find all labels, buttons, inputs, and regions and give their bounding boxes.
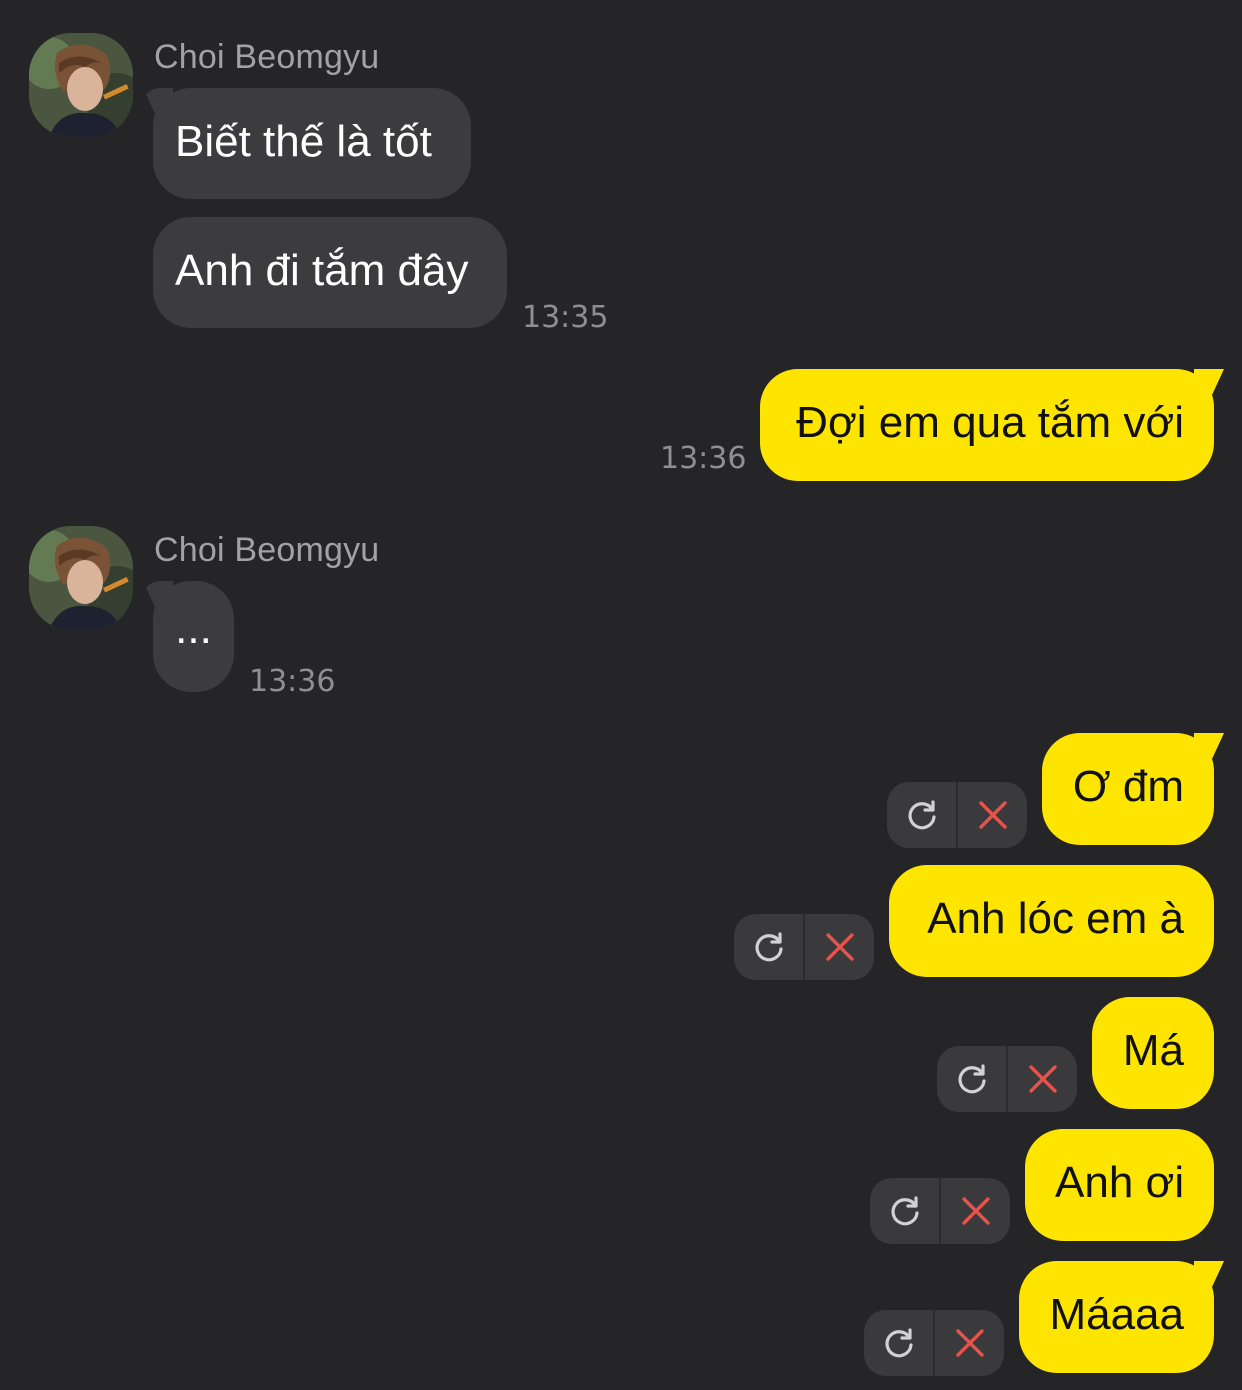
retry-button[interactable]	[864, 1310, 935, 1376]
message-text: Đợi em qua tắm với	[796, 398, 1184, 447]
delete-button[interactable]	[1008, 1046, 1077, 1112]
incoming-message-bubble[interactable]: ...	[143, 581, 234, 692]
refresh-icon	[907, 800, 936, 830]
message-text: Anh ơi	[1055, 1158, 1185, 1207]
message-text: Máaaa	[1049, 1290, 1184, 1339]
failed-message-actions	[734, 914, 874, 980]
close-icon	[961, 1197, 990, 1225]
message-timestamp: 13:35	[522, 300, 609, 335]
message-timestamp: 13:36	[249, 664, 336, 699]
retry-button[interactable]	[734, 914, 805, 980]
sender-name: Choi Beomgyu	[154, 531, 380, 569]
close-icon	[1028, 1065, 1057, 1093]
failed-message-actions	[864, 1310, 1004, 1376]
failed-message-actions	[870, 1178, 1010, 1244]
outgoing-message-bubble[interactable]: Má	[1092, 997, 1214, 1109]
refresh-icon	[884, 1328, 913, 1358]
outgoing-message-bubble[interactable]: Anh lóc em à	[889, 865, 1214, 977]
message-text: ...	[175, 604, 212, 653]
message-timestamp: 13:36	[660, 441, 747, 476]
failed-message-actions	[937, 1046, 1077, 1112]
avatar[interactable]	[29, 33, 133, 137]
delete-button[interactable]	[805, 914, 874, 980]
incoming-message-bubble[interactable]: Anh đi tắm đây	[153, 217, 507, 328]
close-icon	[955, 1329, 984, 1357]
sender-name: Choi Beomgyu	[154, 38, 380, 76]
message-text: Biết thế là tốt	[175, 117, 432, 166]
incoming-message-bubble[interactable]: Biết thế là tốt	[143, 88, 471, 199]
delete-button[interactable]	[935, 1310, 1004, 1376]
failed-message-actions	[887, 782, 1027, 848]
outgoing-message-bubble[interactable]: Anh ơi	[1025, 1129, 1214, 1241]
refresh-icon	[890, 1196, 919, 1226]
delete-button[interactable]	[958, 782, 1027, 848]
delete-button[interactable]	[941, 1178, 1010, 1244]
message-text: Anh đi tắm đây	[175, 246, 469, 295]
message-text: Anh lóc em à	[927, 894, 1184, 943]
retry-button[interactable]	[887, 782, 958, 848]
close-icon	[825, 933, 854, 961]
message-text: Ơ đm	[1072, 762, 1184, 811]
message-text: Má	[1122, 1026, 1184, 1075]
refresh-icon	[754, 932, 783, 962]
outgoing-message-bubble[interactable]: Đợi em qua tắm với	[760, 369, 1224, 481]
retry-button[interactable]	[870, 1178, 941, 1244]
avatar[interactable]	[29, 526, 133, 630]
retry-button[interactable]	[937, 1046, 1008, 1112]
outgoing-message-bubble[interactable]: Ơ đm	[1042, 733, 1224, 845]
outgoing-message-bubble[interactable]: Máaaa	[1019, 1261, 1224, 1373]
close-icon	[978, 801, 1007, 829]
chat-screen: Choi Beomgyu Biết thế là tốt Anh đi tắm …	[0, 0, 1242, 1390]
refresh-icon	[957, 1064, 986, 1094]
